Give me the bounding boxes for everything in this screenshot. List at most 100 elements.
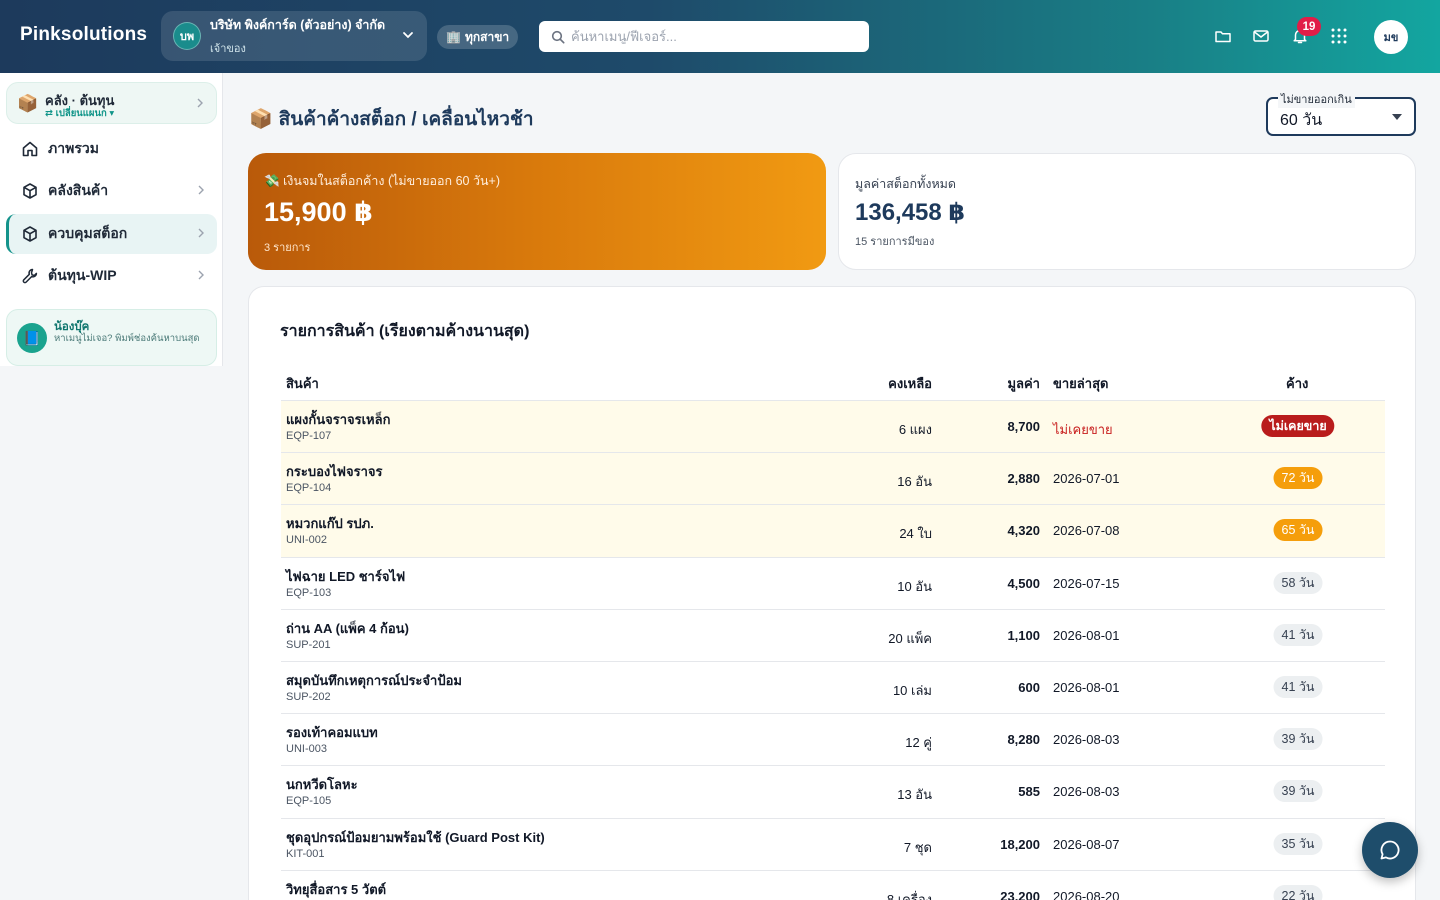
product-value: 18,200 (1000, 836, 1040, 852)
module-switch-label: ⇄ เปลี่ยนแผนก ▾ (45, 108, 115, 119)
product-value: 585 (1018, 784, 1040, 800)
product-sku: UNI-003 (286, 743, 327, 756)
sidebar-item-label: คลังสินค้า (48, 182, 109, 198)
product-value: 4,500 (1007, 575, 1040, 591)
chevron-right-icon (198, 185, 204, 195)
table-row[interactable]: ไฟฉาย LED ชาร์จไฟ EQP-103 10 อัน 4,500 2… (281, 556, 1385, 609)
sidebar-item-overview[interactable]: ภาพรวม (6, 129, 217, 169)
company-switcher[interactable]: บพ บริษัท พิงค์การ์ด (ตัวอย่าง) จำกัด เจ… (161, 11, 427, 61)
header-value: มูลค่า (1007, 376, 1040, 391)
product-last-sale: 2026-07-01 (1053, 471, 1120, 487)
aging-badge: 41 วัน (1273, 623, 1323, 646)
aging-badge: 72 วัน (1273, 467, 1323, 490)
stuck-stock-value: 15,900 ฿ (264, 197, 373, 227)
table-row[interactable]: กระบองไฟจราจร EQP-104 16 อัน 2,880 2026-… (281, 452, 1385, 505)
table-header: สินค้า คงเหลือ มูลค่า ขายล่าสุด ค้าง (281, 373, 1385, 400)
product-last-sale: 2026-08-20 (1053, 888, 1120, 900)
table-row[interactable]: ถ่าน AA (แพ็ค 4 ก้อน) SUP-201 20 แพ็ค 1,… (281, 608, 1385, 661)
branch-selector[interactable]: 🏢 ทุกสาขา (437, 25, 519, 49)
days-filter-value: 60 วัน (1280, 112, 1323, 129)
sidebar-item-warehouse[interactable]: คลังสินค้า (6, 171, 217, 211)
product-value: 4,320 (1007, 523, 1040, 539)
product-sku: EQP-103 (286, 586, 332, 599)
header-last-sale: ขายล่าสุด (1053, 376, 1109, 391)
total-stock-value: 136,458 ฿ (855, 199, 966, 226)
table-row[interactable]: สมุดบันทึกเหตุการณ์ประจำป้อม SUP-202 10 … (281, 660, 1385, 713)
product-last-sale: 2026-08-01 (1053, 679, 1120, 695)
stuck-stock-card: 💸 เงินจมในสต็อกค้าง (ไม่ขายออก 60 วัน+) … (248, 153, 826, 270)
product-name: วิทยุสื่อสาร 5 วัตต์ (286, 881, 387, 897)
chevron-right-icon (197, 98, 203, 108)
total-stock-count: 15 รายการมีของ (855, 236, 935, 248)
chevron-right-icon (198, 228, 204, 238)
table-row[interactable]: รองเท้าคอมแบท UNI-003 12 คู่ 8,280 2026-… (281, 713, 1385, 765)
mail-icon[interactable] (1252, 27, 1270, 45)
table-row[interactable]: ชุดอุปกรณ์ป้อมยามพร้อมใช้ (Guard Post Ki… (281, 817, 1385, 870)
panel-title: รายการสินค้า (เรียงตามค้างนานสุด) (280, 323, 530, 340)
wrench-icon (22, 268, 38, 284)
product-name: กระบองไฟจราจร (286, 464, 383, 480)
search-icon (551, 30, 565, 44)
product-qty: 12 คู่ (905, 735, 932, 751)
total-stock-label: มูลค่าสต็อกทั้งหมด (855, 177, 957, 191)
page-title-text: สินค้าค้างสต็อก / เคลื่อนไหวช้า (278, 109, 534, 130)
days-filter-label: ไม่ขายออกเกิน (1278, 90, 1355, 108)
product-value: 2,880 (1007, 471, 1040, 487)
aging-badge: 65 วัน (1273, 519, 1323, 542)
product-qty: 8 เครื่อง (886, 891, 932, 900)
table-row[interactable]: แผงกั้นจราจรเหล็ก EQP-107 6 แผง 8,700 ไม… (281, 400, 1385, 453)
chat-button[interactable] (1362, 822, 1418, 878)
product-name: แผงกั้นจราจรเหล็ก (286, 412, 391, 427)
sidebar: 📦 คลัง · ต้นทุน ⇄ เปลี่ยนแผนก ▾ ภาพรวม ค… (0, 73, 223, 366)
chat-bubble-icon (1380, 840, 1400, 860)
aging-badge: 58 วัน (1273, 571, 1323, 594)
table-row[interactable]: หมวกแก๊ป รปภ. UNI-002 24 ใบ 4,320 2026-0… (281, 504, 1385, 557)
product-sku: KIT-001 (286, 847, 325, 860)
chevron-right-icon (198, 270, 204, 280)
product-value: 8,700 (1007, 419, 1040, 434)
days-filter-select[interactable]: ไม่ขายออกเกิน 60 วัน (1266, 90, 1416, 136)
brand-logo[interactable]: Pinksolutions (20, 24, 147, 46)
sidebar-item-stock-control[interactable]: ควบคุมสต็อก (6, 214, 217, 254)
apps-grid-icon[interactable] (1330, 27, 1348, 45)
helper-assistant-card[interactable]: 📘 น้องบุ๊ค หาเมนูไม่เจอ? พิมพ์ช่องค้นหาบ… (6, 309, 217, 366)
product-last-sale: 2026-07-15 (1053, 575, 1120, 591)
aging-badge: 22 วัน (1273, 884, 1323, 900)
search-box[interactable] (539, 21, 869, 52)
box-icon: 📦 (249, 109, 273, 130)
box-icon: 📦 (17, 94, 39, 113)
branch-label: ทุกสาขา (464, 29, 510, 44)
table-row[interactable]: นกหวีดโลหะ EQP-105 13 อัน 585 2026-08-03… (281, 765, 1385, 817)
aging-badge: 35 วัน (1273, 832, 1323, 855)
table-row[interactable]: วิทยุสื่อสาร 5 วัตต์ 8 เครื่อง 23,200 20… (281, 869, 1385, 900)
product-name: รองเท้าคอมแบท (286, 725, 378, 741)
product-name: ชุดอุปกรณ์ป้อมยามพร้อมใช้ (Guard Post Ki… (286, 829, 545, 845)
product-last-sale: ไม่เคยขาย (1053, 422, 1113, 437)
company-name: บริษัท พิงค์การ์ด (ตัวอย่าง) จำกัด (210, 18, 386, 32)
product-last-sale: 2026-07-08 (1053, 523, 1120, 539)
stuck-stock-count: 3 รายการ (264, 242, 311, 254)
aging-badge: ไม่เคยขาย (1261, 415, 1335, 437)
sidebar-item-label: ต้นทุน-WIP (48, 267, 117, 283)
top-bar: Pinksolutions บพ บริษัท พิงค์การ์ด (ตัวอ… (0, 0, 1440, 73)
product-qty: 6 แผง (898, 422, 932, 437)
product-last-sale: 2026-08-01 (1053, 627, 1120, 643)
company-avatar: บพ (173, 22, 201, 50)
folder-icon[interactable] (1214, 27, 1232, 45)
product-name: นกหวีดโลหะ (286, 777, 358, 793)
search-input[interactable] (571, 29, 851, 44)
product-qty: 13 อัน (897, 787, 932, 803)
user-avatar[interactable]: มข (1374, 20, 1408, 54)
sidebar-item-cost-wip[interactable]: ต้นทุน-WIP (6, 256, 217, 296)
module-switcher[interactable]: 📦 คลัง · ต้นทุน ⇄ เปลี่ยนแผนก ▾ (6, 82, 217, 124)
header-product: สินค้า (286, 376, 319, 391)
chevron-down-icon (403, 32, 413, 39)
header-remaining: คงเหลือ (888, 376, 932, 391)
aging-badge: 41 วัน (1273, 675, 1323, 698)
product-sku: EQP-105 (286, 795, 332, 808)
home-icon (22, 141, 38, 157)
sidebar-item-label: ควบคุมสต็อก (48, 225, 128, 241)
table-body: แผงกั้นจราจรเหล็ก EQP-107 6 แผง 8,700 ไม… (281, 400, 1385, 900)
product-list-panel: รายการสินค้า (เรียงตามค้างนานสุด) สินค้า… (248, 286, 1416, 900)
company-role: เจ้าของ (210, 43, 246, 55)
